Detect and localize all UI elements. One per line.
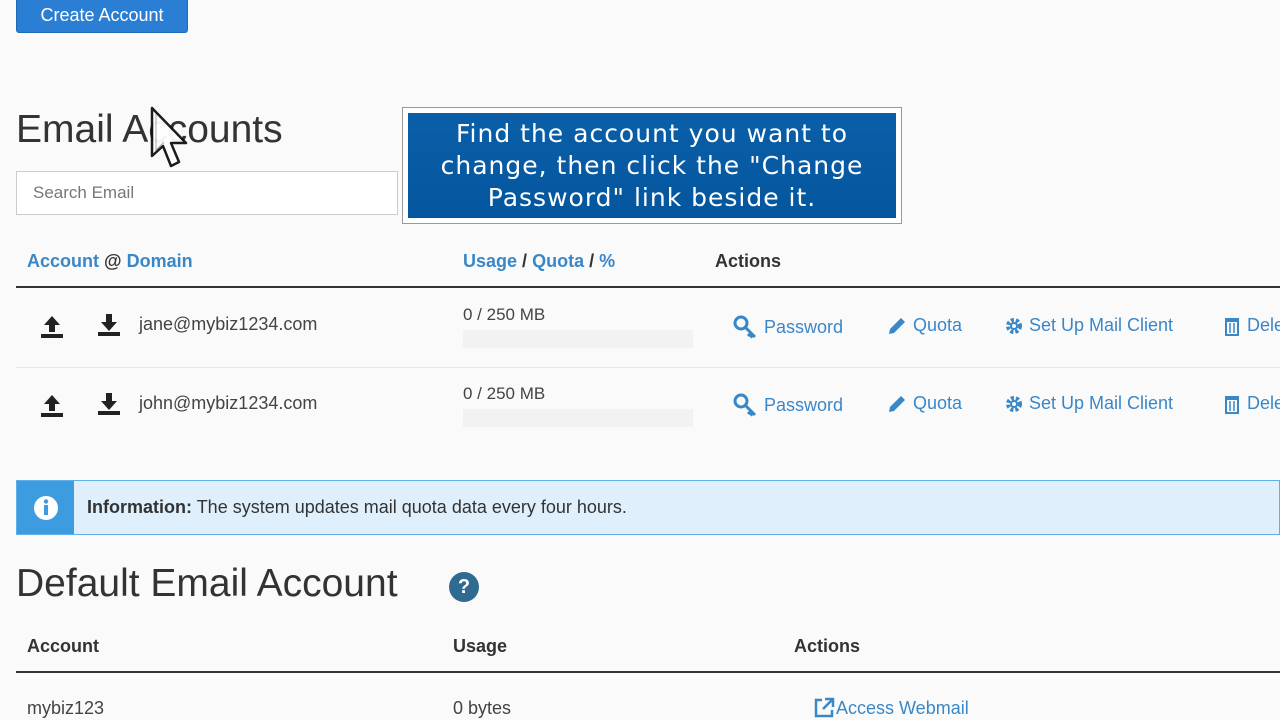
quota-label: Quota <box>913 315 963 335</box>
quota-label: Quota <box>913 393 963 413</box>
delete-label: Dele <box>1247 393 1280 413</box>
delete-label: Dele <box>1247 315 1280 335</box>
info-icon <box>33 495 58 520</box>
default-account-usage: 0 bytes <box>453 698 512 718</box>
help-icon[interactable]: ? <box>449 572 479 602</box>
delete-link[interactable]: Dele <box>1223 315 1280 336</box>
sort-percent-link[interactable]: % <box>599 251 615 271</box>
sort-account-link[interactable]: Account <box>27 251 99 271</box>
email-address: john@mybiz1234.com <box>139 393 318 413</box>
key-icon <box>733 315 757 339</box>
header-at: @ <box>104 251 122 271</box>
usage-text: 0 / 250 MB <box>463 305 546 324</box>
download-icon[interactable] <box>96 312 122 338</box>
info-message: The system updates mail quota data every… <box>196 497 627 517</box>
upload-icon[interactable] <box>39 314 65 340</box>
delete-link[interactable]: Dele <box>1223 393 1280 414</box>
header-usage-quota: Usage / Quota / % <box>463 251 615 272</box>
default-header-usage: Usage <box>453 636 508 656</box>
default-header-account: Account <box>27 636 99 656</box>
usage-text: 0 / 250 MB <box>463 384 546 403</box>
pencil-icon <box>889 317 905 334</box>
password-link[interactable]: Password <box>733 315 843 340</box>
default-table-divider <box>16 671 1280 673</box>
download-icon[interactable] <box>96 391 122 417</box>
access-webmail-label: Access Webmail <box>836 697 969 718</box>
tutorial-tooltip: Find the account you want to change, the… <box>402 107 902 224</box>
header-account-domain: Account @ Domain <box>27 251 193 272</box>
trash-icon <box>1225 317 1239 336</box>
key-icon <box>733 393 757 417</box>
table-row: jane@mybiz1234.com 0 / 250 MB Password Q… <box>0 288 1280 367</box>
setup-label: Set Up Mail Client <box>1029 315 1174 335</box>
sort-quota-link[interactable]: Quota <box>532 251 584 271</box>
setup-mail-client-link[interactable]: Set Up Mail Client <box>1005 315 1173 336</box>
table-row: john@mybiz1234.com 0 / 250 MB Password Q… <box>0 368 1280 447</box>
gear-icon <box>1006 317 1022 334</box>
usage-bar <box>463 330 693 348</box>
info-text: Information: The system updates mail quo… <box>74 497 627 518</box>
info-banner-accent <box>17 481 74 534</box>
header-slash: / <box>589 251 595 271</box>
password-label: Password <box>764 317 844 337</box>
sort-domain-link[interactable]: Domain <box>127 251 193 271</box>
tooltip-text: Find the account you want to change, the… <box>408 113 896 218</box>
default-email-title: Default Email Account <box>16 562 398 605</box>
default-account-name: mybiz123 <box>27 698 105 718</box>
upload-icon[interactable] <box>39 393 65 419</box>
default-header-actions: Actions <box>794 636 861 656</box>
create-account-button[interactable]: Create Account <box>16 0 188 33</box>
trash-icon <box>1225 395 1239 414</box>
pencil-icon <box>889 395 905 412</box>
email-address: jane@mybiz1234.com <box>139 314 318 334</box>
header-slash: / <box>522 251 528 271</box>
password-label: Password <box>764 395 844 415</box>
usage-bar <box>463 409 693 427</box>
quota-link[interactable]: Quota <box>887 315 962 336</box>
gear-icon <box>1006 395 1022 412</box>
external-link-icon <box>814 697 835 718</box>
mouse-cursor-icon <box>150 106 188 168</box>
quota-link[interactable]: Quota <box>887 393 962 414</box>
setup-label: Set Up Mail Client <box>1029 393 1174 413</box>
sort-usage-link[interactable]: Usage <box>463 251 517 271</box>
info-banner: Information: The system updates mail quo… <box>16 480 1280 535</box>
search-email-input[interactable] <box>16 171 398 215</box>
info-label: Information: <box>87 497 192 517</box>
header-actions: Actions <box>715 251 782 271</box>
password-link[interactable]: Password <box>733 393 843 418</box>
access-webmail-link[interactable]: Access Webmail <box>812 696 969 720</box>
setup-mail-client-link[interactable]: Set Up Mail Client <box>1005 393 1173 414</box>
